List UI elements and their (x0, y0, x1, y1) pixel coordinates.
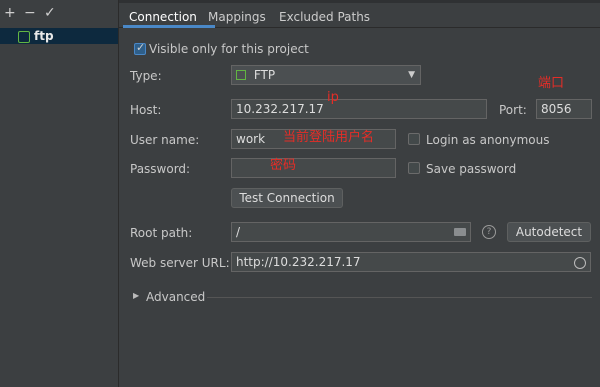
anonymous-label: Login as anonymous (426, 133, 550, 147)
root-path-input[interactable]: / (231, 222, 471, 242)
web-server-url-input[interactable]: http://10.232.217.17 (231, 252, 591, 272)
globe-icon[interactable] (574, 257, 586, 269)
save-password-label: Save password (426, 162, 517, 176)
autodetect-button[interactable]: Autodetect (507, 222, 591, 242)
ftp-icon (236, 70, 246, 80)
remove-server-button[interactable]: − (24, 6, 36, 20)
port-annotation: 端口 (538, 76, 565, 91)
password-input[interactable] (231, 158, 396, 178)
chevron-down-icon: ▼ (408, 70, 415, 80)
advanced-divider (207, 297, 592, 298)
anonymous-checkbox[interactable] (408, 133, 420, 145)
server-list-item-ftp[interactable]: ftp (0, 28, 118, 44)
active-tab-indicator (123, 25, 215, 28)
username-label: User name: (130, 133, 200, 147)
tab-excluded-paths[interactable]: Excluded Paths (279, 10, 370, 24)
checkmark-icon: ✓ (136, 41, 146, 54)
host-input[interactable]: 10.232.217.17 (231, 99, 487, 119)
web-server-url-value: http://10.232.217.17 (236, 255, 361, 269)
folder-icon[interactable] (454, 228, 466, 236)
tab-connection[interactable]: Connection (129, 10, 197, 24)
password-annotation: 密码 (270, 158, 297, 173)
help-icon[interactable]: ? (482, 225, 496, 239)
expand-arrow-icon[interactable]: ▶ (133, 291, 139, 300)
type-label: Type: (130, 69, 162, 83)
test-connection-button[interactable]: Test Connection (231, 188, 343, 208)
port-label: Port: (499, 103, 527, 117)
root-path-label: Root path: (130, 226, 193, 240)
tab-bar: Connection Mappings Excluded Paths (119, 5, 600, 28)
save-password-checkbox[interactable] (408, 162, 420, 174)
port-input[interactable]: 8056 (536, 99, 592, 119)
server-list-panel: + − ✓ ftp (0, 0, 119, 387)
visible-only-checkbox[interactable]: ✓ (134, 41, 146, 55)
host-label: Host: (130, 103, 162, 117)
password-label: Password: (130, 162, 191, 176)
type-value: FTP (253, 68, 276, 82)
username-annotation: 当前登陆用户名 (283, 130, 375, 145)
ip-annotation: ip (327, 90, 339, 105)
advanced-section-toggle[interactable]: Advanced (146, 290, 205, 304)
root-path-value: / (236, 225, 241, 239)
ftp-server-icon (18, 31, 30, 43)
top-divider (119, 0, 600, 3)
connection-settings-panel: Connection Mappings Excluded Paths ✓ Vis… (119, 0, 600, 387)
apply-button[interactable]: ✓ (44, 6, 56, 20)
visible-only-label: Visible only for this project (149, 42, 309, 56)
add-server-button[interactable]: + (4, 6, 16, 20)
tab-mappings[interactable]: Mappings (208, 10, 266, 24)
server-name: ftp (34, 29, 54, 43)
web-server-url-label: Web server URL: (130, 256, 230, 270)
type-select[interactable]: FTP ▼ (231, 65, 421, 85)
